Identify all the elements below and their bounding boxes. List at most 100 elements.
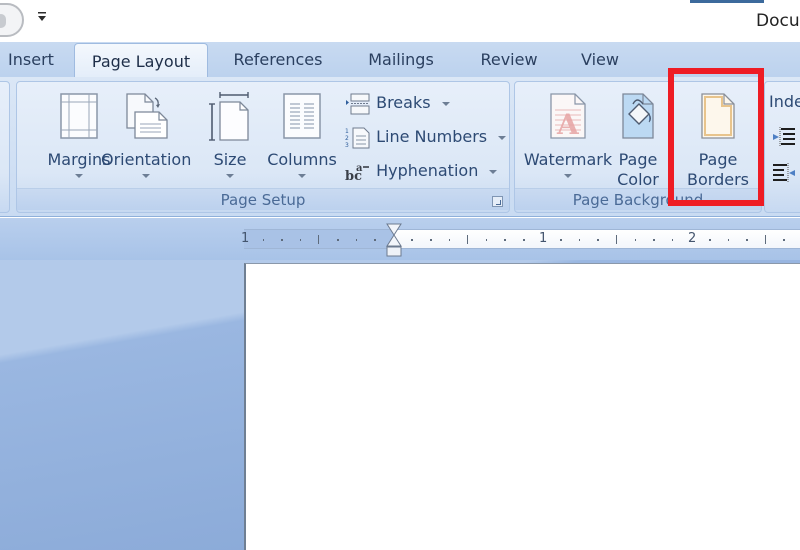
ruler-tick — [281, 239, 283, 241]
size-button[interactable]: Size — [195, 88, 265, 192]
page-setup-small-buttons: Breaks 123 Line Numbers bc a Hyphenation — [331, 90, 507, 190]
svg-text:2: 2 — [345, 135, 349, 142]
ruler-tick — [355, 239, 358, 241]
ruler-tick — [411, 239, 413, 241]
svg-text:A: A — [556, 108, 580, 140]
svg-text:1: 1 — [345, 128, 349, 135]
chevron-down-icon — [489, 169, 498, 174]
indent-marker[interactable] — [386, 223, 402, 257]
title-bar: Docu — [0, 0, 800, 42]
ruler-tick — [374, 239, 376, 241]
ruler-tick — [523, 239, 525, 241]
page-borders-label: Page Borders — [673, 150, 763, 190]
watermark-icon: A — [549, 92, 587, 144]
ruler-tick — [485, 239, 488, 241]
tab-review[interactable]: Review — [472, 42, 546, 78]
orientation-button[interactable]: Orientation — [101, 88, 191, 192]
columns-button[interactable]: Columns — [267, 88, 337, 192]
ruler-tick — [318, 235, 320, 244]
ruler-tick — [764, 235, 766, 244]
ruler-tick — [709, 239, 711, 241]
ruler-tick — [299, 239, 302, 241]
ruler-number: 1 — [539, 231, 548, 246]
dialog-launcher-icon[interactable] — [492, 196, 503, 207]
office-button[interactable] — [0, 3, 24, 37]
watermark-button[interactable]: A Watermark — [524, 88, 612, 192]
line-numbers-icon: 123 — [345, 127, 371, 149]
orientation-icon — [123, 92, 169, 144]
ruler-tick — [727, 239, 730, 241]
ribbon-group-page-background: A Watermark Page Color Page Borders Page… — [514, 81, 762, 213]
document-page[interactable] — [244, 263, 800, 550]
indent-label: Inde — [769, 92, 800, 111]
chevron-down-icon — [564, 174, 572, 178]
ruler-tick — [262, 239, 265, 241]
chevron-down-icon — [298, 174, 306, 178]
page-borders-label-line1: Page — [698, 150, 738, 169]
indent-right-icon[interactable] — [773, 162, 797, 188]
tab-page-layout[interactable]: Page Layout — [74, 43, 208, 79]
ruler-tick — [448, 239, 451, 241]
ruler-number: 1 — [241, 231, 250, 246]
hyphenation-label: Hyphenation — [376, 161, 479, 180]
page-background-group-label: Page Background — [515, 188, 761, 210]
tab-mailings[interactable]: Mailings — [356, 42, 446, 78]
chevron-down-icon — [441, 101, 450, 106]
page-color-label-line1: Page — [618, 150, 658, 169]
ribbon: Margins Orientation Size Columns Breaks … — [0, 77, 800, 217]
page-color-icon — [621, 92, 655, 144]
breaks-button[interactable]: Breaks — [345, 90, 450, 116]
chevron-down-icon — [142, 174, 150, 178]
chevron-down-icon — [75, 174, 83, 178]
ruler-tick — [634, 239, 637, 241]
page-borders-button[interactable]: Page Borders — [683, 88, 753, 192]
margins-button[interactable]: Margins — [44, 88, 114, 192]
line-numbers-button[interactable]: 123 Line Numbers — [345, 124, 507, 150]
chevron-down-icon — [498, 135, 507, 140]
title-accent-bar — [690, 0, 764, 3]
ruler-tick — [504, 239, 506, 241]
ruler-tick — [560, 239, 562, 241]
orientation-label: Orientation — [101, 150, 192, 169]
breaks-label: Breaks — [376, 93, 431, 112]
tab-references[interactable]: References — [222, 42, 334, 78]
chevron-down-icon — [226, 174, 234, 178]
line-numbers-label: Line Numbers — [376, 127, 488, 146]
page-setup-group-label: Page Setup — [17, 188, 509, 210]
page-borders-label-line2: Borders — [687, 170, 749, 189]
office-logo-icon — [0, 14, 6, 28]
page-color-button[interactable]: Page Color — [613, 88, 663, 192]
ruler-number: 2 — [688, 231, 697, 246]
ruler-tick — [616, 235, 617, 244]
customize-qat-icon[interactable] — [36, 10, 48, 24]
svg-text:a: a — [356, 163, 363, 174]
ruler-tick — [653, 239, 655, 241]
breaks-icon — [345, 93, 371, 115]
page-color-label: Page Color — [603, 150, 673, 190]
hyphenation-icon: bc a — [345, 161, 371, 184]
margins-icon — [59, 92, 99, 144]
ribbon-tab-bar: Insert Page Layout References Mailings R… — [0, 42, 800, 79]
indent-left-icon[interactable] — [773, 126, 797, 152]
tab-insert[interactable]: Insert — [0, 42, 62, 78]
columns-icon — [282, 92, 322, 144]
horizontal-ruler[interactable]: 1 1 2 — [241, 229, 800, 249]
svg-text:3: 3 — [345, 142, 349, 149]
watermark-label: Watermark — [523, 150, 613, 169]
ruler-tick — [746, 239, 748, 241]
ribbon-group-paragraph: Inde — [764, 81, 800, 213]
hyphenation-button[interactable]: bc a Hyphenation — [345, 158, 498, 184]
ruler-tick — [467, 235, 469, 244]
ruler-tick — [783, 239, 785, 241]
page-color-label-line2: Color — [617, 170, 659, 189]
window-title: Docu — [756, 11, 800, 31]
ruler-tick — [597, 239, 599, 241]
ruler-tick — [337, 239, 339, 241]
ruler-tick — [430, 239, 432, 241]
tab-view[interactable]: View — [572, 42, 628, 78]
page-borders-icon — [700, 92, 736, 144]
ribbon-group-page-setup: Margins Orientation Size Columns Breaks … — [16, 81, 510, 213]
ruler-tick — [578, 239, 581, 241]
ruler-tick — [671, 239, 674, 241]
ribbon-group-previous — [0, 81, 10, 213]
